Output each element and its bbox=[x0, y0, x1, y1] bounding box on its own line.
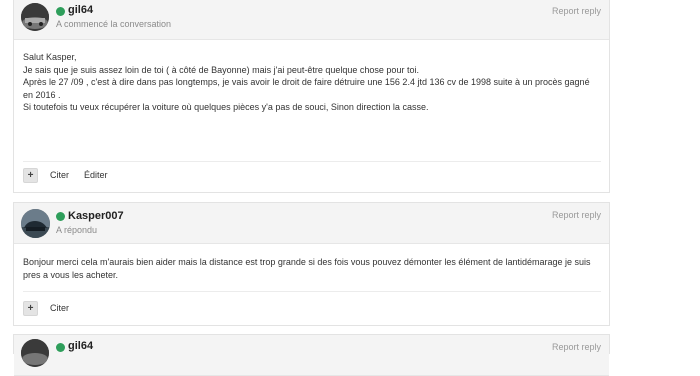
post-actions: + Citer Éditer bbox=[23, 166, 123, 184]
post-body: Salut Kasper, Je sais que je suis assez … bbox=[14, 40, 609, 114]
report-reply-link[interactable]: Report reply bbox=[552, 342, 601, 352]
post-line: Si toutefois tu veux récupérer la voitur… bbox=[23, 102, 429, 112]
cite-button[interactable]: Citer bbox=[50, 170, 69, 180]
post-3: gil64 Report reply bbox=[13, 334, 610, 376]
post-body: Bonjour merci cela m'aurais bien aider m… bbox=[14, 244, 609, 281]
post-1: gil64 A commencé la conversation Report … bbox=[13, 0, 610, 193]
avatar[interactable] bbox=[21, 209, 50, 238]
avatar[interactable] bbox=[21, 339, 49, 367]
post-2: Kasper007 A répondu Report reply Bonjour… bbox=[13, 202, 610, 326]
plus-button[interactable]: + bbox=[23, 167, 38, 183]
divider bbox=[23, 161, 601, 162]
avatar[interactable] bbox=[21, 3, 49, 31]
post-actions: + Citer bbox=[23, 299, 84, 317]
post-subtitle: A commencé la conversation bbox=[56, 19, 172, 29]
post-header: gil64 Report reply bbox=[14, 335, 609, 376]
post-header: gil64 A commencé la conversation Report … bbox=[14, 0, 609, 40]
username[interactable]: gil64 bbox=[68, 4, 93, 16]
post-line: Bonjour merci cela m'aurais bien aider m… bbox=[23, 257, 591, 280]
post-line: Salut Kasper, bbox=[23, 52, 77, 62]
post-subtitle: A répondu bbox=[56, 225, 98, 235]
report-reply-link[interactable]: Report reply bbox=[552, 210, 601, 220]
report-reply-link[interactable]: Report reply bbox=[552, 6, 601, 16]
edit-button[interactable]: Éditer bbox=[84, 170, 108, 180]
username[interactable]: gil64 bbox=[68, 340, 93, 352]
divider bbox=[23, 291, 601, 292]
online-status-icon bbox=[56, 212, 65, 221]
username[interactable]: Kasper007 bbox=[68, 210, 124, 222]
plus-button[interactable]: + bbox=[23, 300, 38, 316]
post-line: Après le 27 /09 , c'est à dire dans pas … bbox=[23, 77, 590, 100]
post-line: Je sais que je suis assez loin de toi ( … bbox=[23, 64, 419, 75]
post-header: Kasper007 A répondu Report reply bbox=[14, 203, 609, 244]
online-status-icon bbox=[56, 7, 65, 16]
cite-button[interactable]: Citer bbox=[50, 303, 69, 313]
